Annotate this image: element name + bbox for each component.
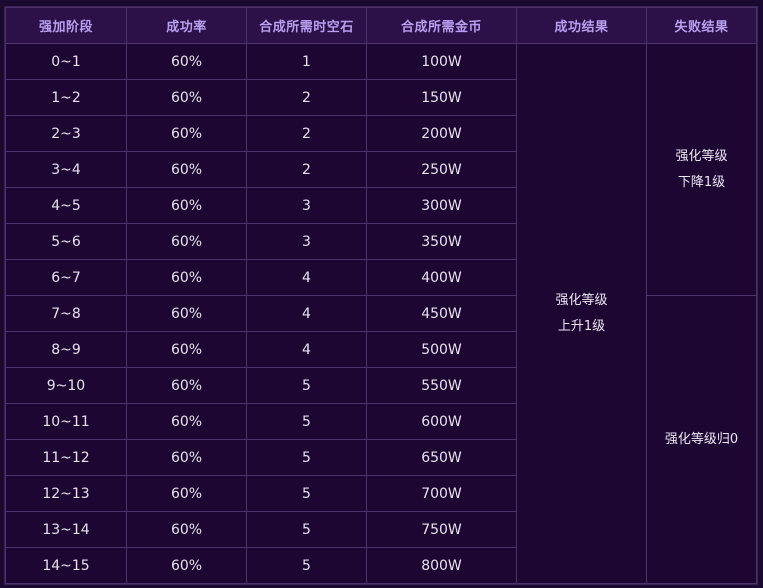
stage-cell: 4~5 (5, 187, 127, 224)
success-result-cell: 强化等级上升1级 (516, 43, 647, 584)
stage-cell: 7~8 (5, 295, 127, 332)
gold-cell: 200W (366, 115, 517, 152)
stones-cell: 4 (246, 295, 367, 332)
gold-cell: 350W (366, 223, 517, 260)
stones-cell: 5 (246, 403, 367, 440)
fail-result-high-cell: 强化等级归0 (646, 295, 757, 584)
fail-result-low-cell: 强化等级下降1级 (646, 43, 757, 296)
stage-cell: 9~10 (5, 367, 127, 404)
gold-cell: 700W (366, 475, 517, 512)
gold-cell: 300W (366, 187, 517, 224)
stage-cell: 5~6 (5, 223, 127, 260)
gold-cell: 150W (366, 79, 517, 116)
stones-cell: 5 (246, 511, 367, 548)
header-success-result: 成功结果 (516, 7, 647, 44)
stones-cell: 1 (246, 43, 367, 80)
table-row: 0~1 60% 1 100W 强化等级 上升1级 强化等级 下降1级 (5, 43, 757, 584)
gold-cell: 800W (366, 547, 517, 584)
stage-cell: 1~2 (5, 79, 127, 116)
success-rate-cell: 60% (126, 79, 247, 116)
success-rate-cell: 60% (126, 295, 247, 332)
gold-cell: 750W (366, 511, 517, 548)
header-success-rate: 成功率 (126, 7, 247, 44)
success-rate-cell: 60% (126, 151, 247, 188)
stones-cell: 4 (246, 259, 367, 296)
gold-cell: 650W (366, 439, 517, 476)
stones-cell: 2 (246, 151, 367, 188)
success-rate-cell: 60% (126, 367, 247, 404)
fail-result-low-line2: 下降1级 (677, 174, 726, 190)
stones-cell: 5 (246, 439, 367, 476)
stones-cell: 2 (246, 79, 367, 116)
gold-cell: 400W (366, 259, 517, 296)
enhancement-table: 强加阶段 成功率 合成所需时空石 合成所需金币 成功结果 失败结果 0~1 60%… (5, 7, 757, 584)
table-body: 0~1 60% 1 100W 强化等级 上升1级 强化等级 下降1级 1~2 60% 2 150W 2~… (5, 43, 757, 584)
stones-cell: 2 (246, 115, 367, 152)
stones-cell: 5 (246, 475, 367, 512)
success-rate-cell: 60% (126, 223, 247, 260)
stage-cell: 8~9 (5, 331, 127, 368)
stones-cell: 5 (246, 367, 367, 404)
success-rate-cell: 60% (126, 187, 247, 224)
header-row: 强加阶段 成功率 合成所需时空石 合成所需金币 成功结果 失败结果 (5, 7, 757, 44)
success-rate-cell: 60% (126, 403, 247, 440)
success-result-line2: 上升1级 (557, 318, 606, 334)
stage-cell: 6~7 (5, 259, 127, 296)
gold-cell: 600W (366, 403, 517, 440)
success-rate-cell: 60% (126, 475, 247, 512)
stones-cell: 4 (246, 331, 367, 368)
stage-cell: 14~15 (5, 547, 127, 584)
gold-cell: 450W (366, 295, 517, 332)
header-stage: 强加阶段 (5, 7, 127, 44)
stones-cell: 3 (246, 187, 367, 224)
success-rate-cell: 60% (126, 439, 247, 476)
success-rate-cell: 60% (126, 115, 247, 152)
stones-cell: 3 (246, 223, 367, 260)
stones-cell: 5 (246, 547, 367, 584)
gold-cell: 500W (366, 331, 517, 368)
stage-cell: 13~14 (5, 511, 127, 548)
gold-cell: 550W (366, 367, 517, 404)
header-stones-required: 合成所需时空石 (246, 7, 367, 44)
header-gold-required: 合成所需金币 (366, 7, 517, 44)
success-rate-cell: 60% (126, 511, 247, 548)
stage-cell: 2~3 (5, 115, 127, 152)
success-rate-cell: 60% (126, 259, 247, 296)
table-header: 强加阶段 成功率 合成所需时空石 合成所需金币 成功结果 失败结果 (5, 7, 757, 44)
success-rate-cell: 60% (126, 43, 247, 80)
stage-cell: 10~11 (5, 403, 127, 440)
gold-cell: 250W (366, 151, 517, 188)
gold-cell: 100W (366, 43, 517, 80)
success-rate-cell: 60% (126, 331, 247, 368)
stage-cell: 11~12 (5, 439, 127, 476)
success-rate-cell: 60% (126, 547, 247, 584)
success-result-line1: 强化等级 (555, 292, 608, 308)
header-fail-result: 失败结果 (646, 7, 757, 44)
stage-cell: 12~13 (5, 475, 127, 512)
stage-cell: 0~1 (5, 43, 127, 80)
fail-result-low-line1: 强化等级 (675, 148, 728, 164)
stage-cell: 3~4 (5, 151, 127, 188)
